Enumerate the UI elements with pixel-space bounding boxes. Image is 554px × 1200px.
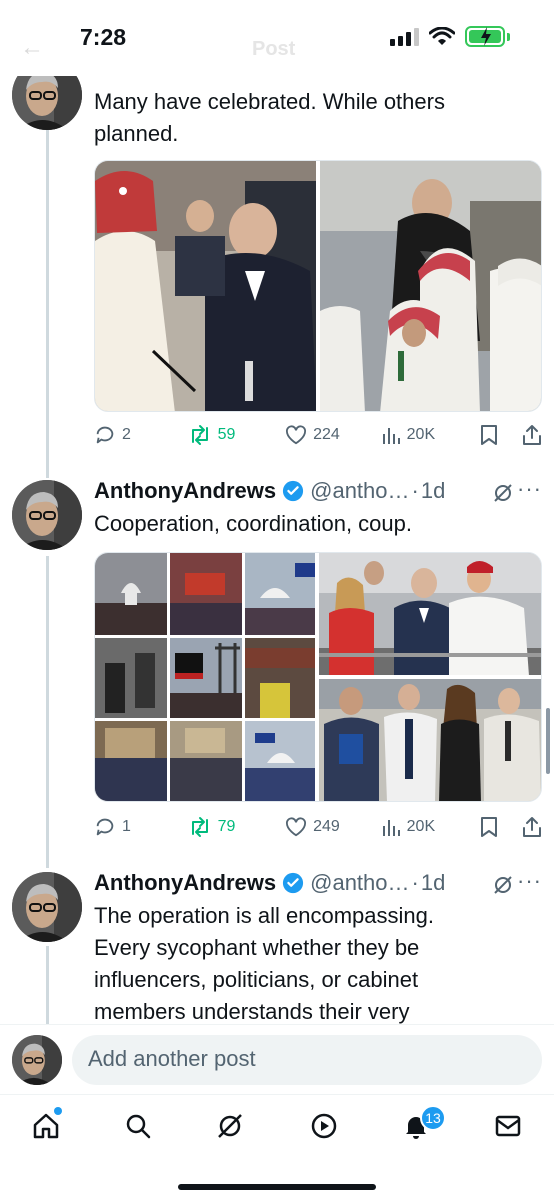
separator-dot: · [411,478,419,503]
repost-button[interactable]: 59 [188,424,286,446]
page-title: Post [252,38,296,60]
share-button[interactable] [522,816,542,838]
play-circle-icon [311,1113,337,1139]
tweet-text: Cooperation, coordination, coup. [94,508,514,540]
post-time[interactable]: 1d [421,870,445,896]
tweet-text-line: influencers, politicians, or cabinet [94,967,419,992]
bookmark-icon [481,425,498,445]
tab-grok[interactable] [210,1109,250,1143]
reply-count: 2 [122,426,131,443]
bookmark-button[interactable] [480,424,522,446]
avatar[interactable] [12,872,82,942]
media-photo-event[interactable] [319,553,541,675]
wifi-icon [429,26,455,45]
verified-badge-icon [282,480,304,502]
share-button[interactable] [522,424,542,446]
avatar [12,1035,62,1085]
media-photo-collage[interactable] [95,553,315,801]
bookmark-button[interactable] [480,816,522,838]
views-icon [382,820,400,836]
views-icon [382,428,400,444]
media-photo-stadium[interactable] [320,161,541,411]
avatar[interactable] [12,480,82,550]
author-name[interactable]: AnthonyAndrews [94,870,276,896]
tweet-media[interactable] [94,160,542,412]
views-button[interactable]: 20K [381,425,481,445]
more-options-icon[interactable]: ··· [517,868,542,894]
status-icons [390,26,510,47]
share-icon [522,425,541,445]
cellular-signal-icon [390,27,419,46]
author-handle[interactable]: @antho… [310,478,409,504]
reply-icon [96,426,114,444]
heart-icon [286,425,307,445]
reply-button[interactable]: 2 [94,424,188,446]
back-arrow-icon[interactable]: ← [20,34,44,62]
reply-icon [96,818,114,836]
grok-icon[interactable] [492,874,514,896]
tab-messages[interactable] [488,1109,528,1143]
tab-search[interactable] [118,1109,158,1143]
author-handle[interactable]: @antho… [310,870,409,896]
home-indicator [178,1184,376,1190]
share-icon [522,817,541,837]
tweet-text-line: Every sycophant whether they be [94,935,420,960]
compose-bar: Add another post [0,1024,554,1094]
more-options-icon[interactable]: ··· [517,476,542,502]
tweet-text: The operation is all encompassing. Every… [94,900,514,1028]
tab-video[interactable] [304,1109,344,1143]
grok-icon [218,1114,242,1138]
views-button[interactable]: 20K [381,817,481,837]
like-button[interactable]: 249 [285,817,381,837]
reply-composer-input[interactable]: Add another post [72,1035,542,1085]
separator-dot: · [411,870,419,895]
tweet-actions: 2 59 224 20K [94,424,542,446]
mail-icon [495,1115,521,1137]
reply-count: 1 [122,818,131,835]
grok-icon[interactable] [492,482,514,504]
repost-count: 59 [217,426,236,443]
tweet-text-line: The operation is all encompassing. [94,903,434,928]
thread-line [46,556,49,868]
tweet-header: AnthonyAndrews @antho… · 1d [94,478,445,504]
tweet-header: AnthonyAndrews @antho… · 1d [94,870,445,896]
repost-icon [191,817,208,837]
views-count: 20K [406,818,436,835]
tweet-text-line: Many have celebrated. While others [94,89,445,114]
thread-line [46,946,49,1026]
repost-count: 79 [217,818,236,835]
home-notification-dot [54,1107,62,1115]
tweet-actions: 1 79 249 20K [94,816,542,838]
post-time[interactable]: 1d [421,478,445,504]
reply-button[interactable]: 1 [94,816,188,838]
thread-line [46,124,49,478]
verified-badge-icon [282,872,304,894]
heart-icon [286,817,307,837]
tweet-text-line: planned. [94,121,179,146]
tweet-media[interactable] [94,552,542,802]
scrollbar[interactable] [546,708,550,774]
status-bar: ← Post 7:28 [0,0,554,76]
like-count: 224 [313,426,340,443]
repost-icon [191,425,208,445]
like-button[interactable]: 224 [285,425,381,445]
media-photo-summit[interactable] [95,161,316,411]
notification-badge: 13 [420,1105,446,1131]
battery-icon [465,26,505,47]
tweet-text-line: Cooperation, coordination, coup. [94,511,412,536]
status-time: 7:28 [80,24,127,50]
like-count: 249 [313,818,340,835]
media-photo-group[interactable] [319,679,541,801]
author-name[interactable]: AnthonyAndrews [94,478,276,504]
home-icon [33,1113,59,1139]
repost-button[interactable]: 79 [188,816,286,838]
bookmark-icon [481,817,498,837]
search-icon [126,1114,151,1139]
tweet-text: Many have celebrated. While others plann… [94,86,514,150]
views-count: 20K [406,426,436,443]
